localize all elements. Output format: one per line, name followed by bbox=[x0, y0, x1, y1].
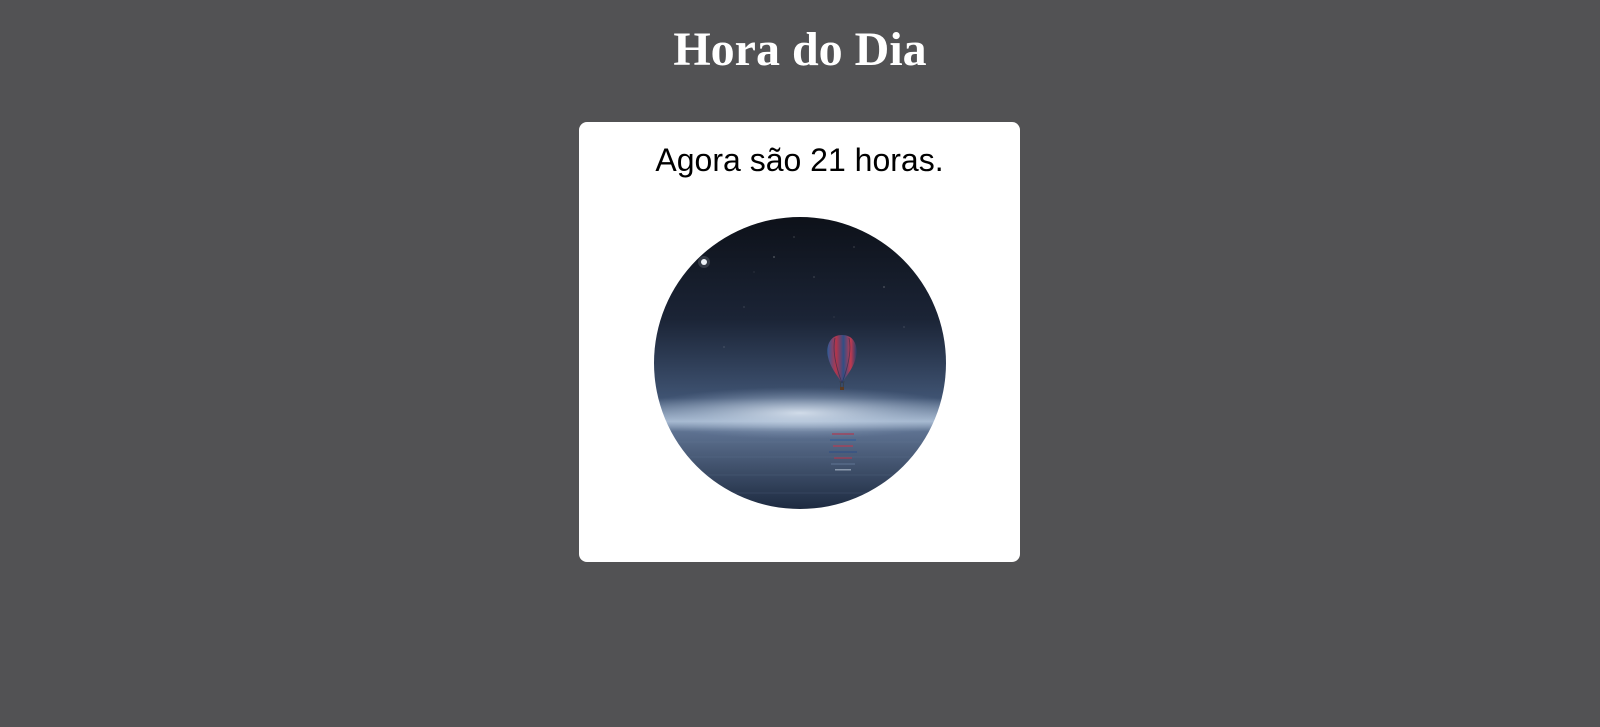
page-title: Hora do Dia bbox=[673, 23, 927, 76]
time-card: Agora são 21 horas. bbox=[579, 122, 1020, 562]
horizon-glow bbox=[654, 387, 946, 439]
time-message: Agora são 21 horas. bbox=[655, 142, 944, 178]
sky bbox=[654, 217, 946, 509]
moon-icon bbox=[698, 256, 710, 268]
night-sea-balloon-image bbox=[654, 217, 946, 509]
night-scene-svg bbox=[654, 217, 946, 509]
